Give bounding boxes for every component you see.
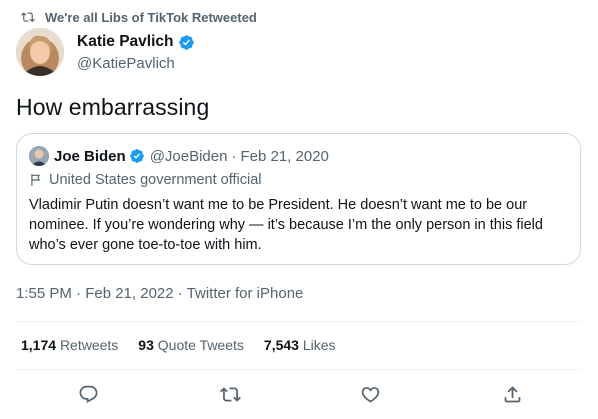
retweeted-by-text: We're all Libs of TikTok Retweeted: [45, 9, 257, 25]
divider: [16, 369, 582, 370]
quoted-author-handle: @JoeBiden: [149, 147, 228, 165]
author-handle[interactable]: @KatiePavlich: [77, 55, 195, 72]
retweet-button[interactable]: [216, 380, 244, 408]
quoted-tweet[interactable]: Joe Biden @JoeBiden · Feb 21, 2020 Unite…: [16, 133, 581, 265]
reply-icon: [79, 385, 97, 403]
government-label-text: United States government official: [49, 172, 262, 188]
retweet-icon: [21, 12, 35, 23]
engagement-stats: 1,174 Retweets 93 Quote Tweets 7,543 Lik…: [21, 337, 356, 353]
flag-icon: [31, 174, 41, 186]
quoted-profile-photo: [29, 146, 49, 166]
retweets-count: 1,174: [21, 337, 57, 353]
divider: [16, 321, 582, 322]
retweeted-by-header[interactable]: We're all Libs of TikTok Retweeted: [21, 8, 257, 26]
likes-stat[interactable]: 7,543 Likes: [264, 337, 336, 353]
author-name[interactable]: Katie Pavlich: [77, 33, 174, 51]
quoted-author-name: Joe Biden: [54, 147, 126, 165]
tweet-timestamp[interactable]: 1:55 PM · Feb 21, 2022 · Twitter for iPh…: [16, 285, 303, 302]
retweets-stat[interactable]: 1,174 Retweets: [21, 337, 118, 353]
quoted-date: Feb 21, 2020: [240, 147, 329, 165]
quoted-avatar: [29, 146, 49, 166]
verified-badge-icon: [178, 34, 194, 50]
likes-count: 7,543: [263, 337, 299, 353]
like-button[interactable]: [356, 380, 384, 408]
verified-badge-icon: [129, 149, 144, 163]
meta-separator: ·: [231, 147, 237, 165]
heart-icon: [361, 386, 379, 403]
avatar[interactable]: [16, 28, 64, 76]
quote-tweets-count: 93: [138, 337, 154, 353]
quote-tweets-stat[interactable]: 93 Quote Tweets: [138, 337, 244, 353]
tweet-actions: [0, 380, 598, 408]
quoted-tweet-body: Vladimir Putin doesn’t want me to be Pre…: [29, 197, 543, 253]
retweet-icon: [219, 386, 241, 402]
reply-button[interactable]: [74, 380, 102, 408]
profile-photo: [16, 28, 64, 76]
likes-label: Likes: [302, 337, 336, 353]
tweet-author[interactable]: Katie Pavlich @KatiePavlich: [77, 32, 195, 72]
retweets-label: Retweets: [59, 337, 119, 353]
quote-tweets-label: Quote Tweets: [157, 337, 244, 353]
tweet-text: How embarrassing: [16, 94, 210, 120]
share-button[interactable]: [498, 380, 526, 408]
government-label: United States government official: [29, 171, 568, 189]
share-icon: [504, 385, 520, 402]
